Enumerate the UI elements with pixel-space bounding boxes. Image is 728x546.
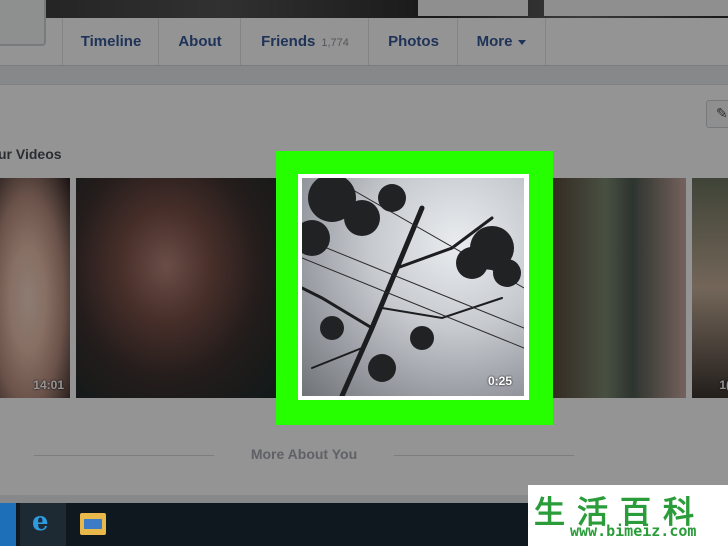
tree-silhouette (302, 178, 524, 396)
watermark-url: www.bimeiz.com (570, 522, 697, 540)
start-button[interactable] (0, 503, 16, 546)
selected-video-thumbnail[interactable]: 0:25 (298, 174, 529, 400)
watermark-logo: 生活百科 www.bimeiz.com (528, 485, 728, 546)
edge-taskbar-button[interactable]: e (20, 503, 66, 546)
edge-icon: e (32, 507, 49, 537)
video-duration: 0:25 (487, 374, 512, 388)
file-explorer-icon[interactable] (80, 513, 106, 535)
video-preview-image: 0:25 (302, 178, 524, 396)
